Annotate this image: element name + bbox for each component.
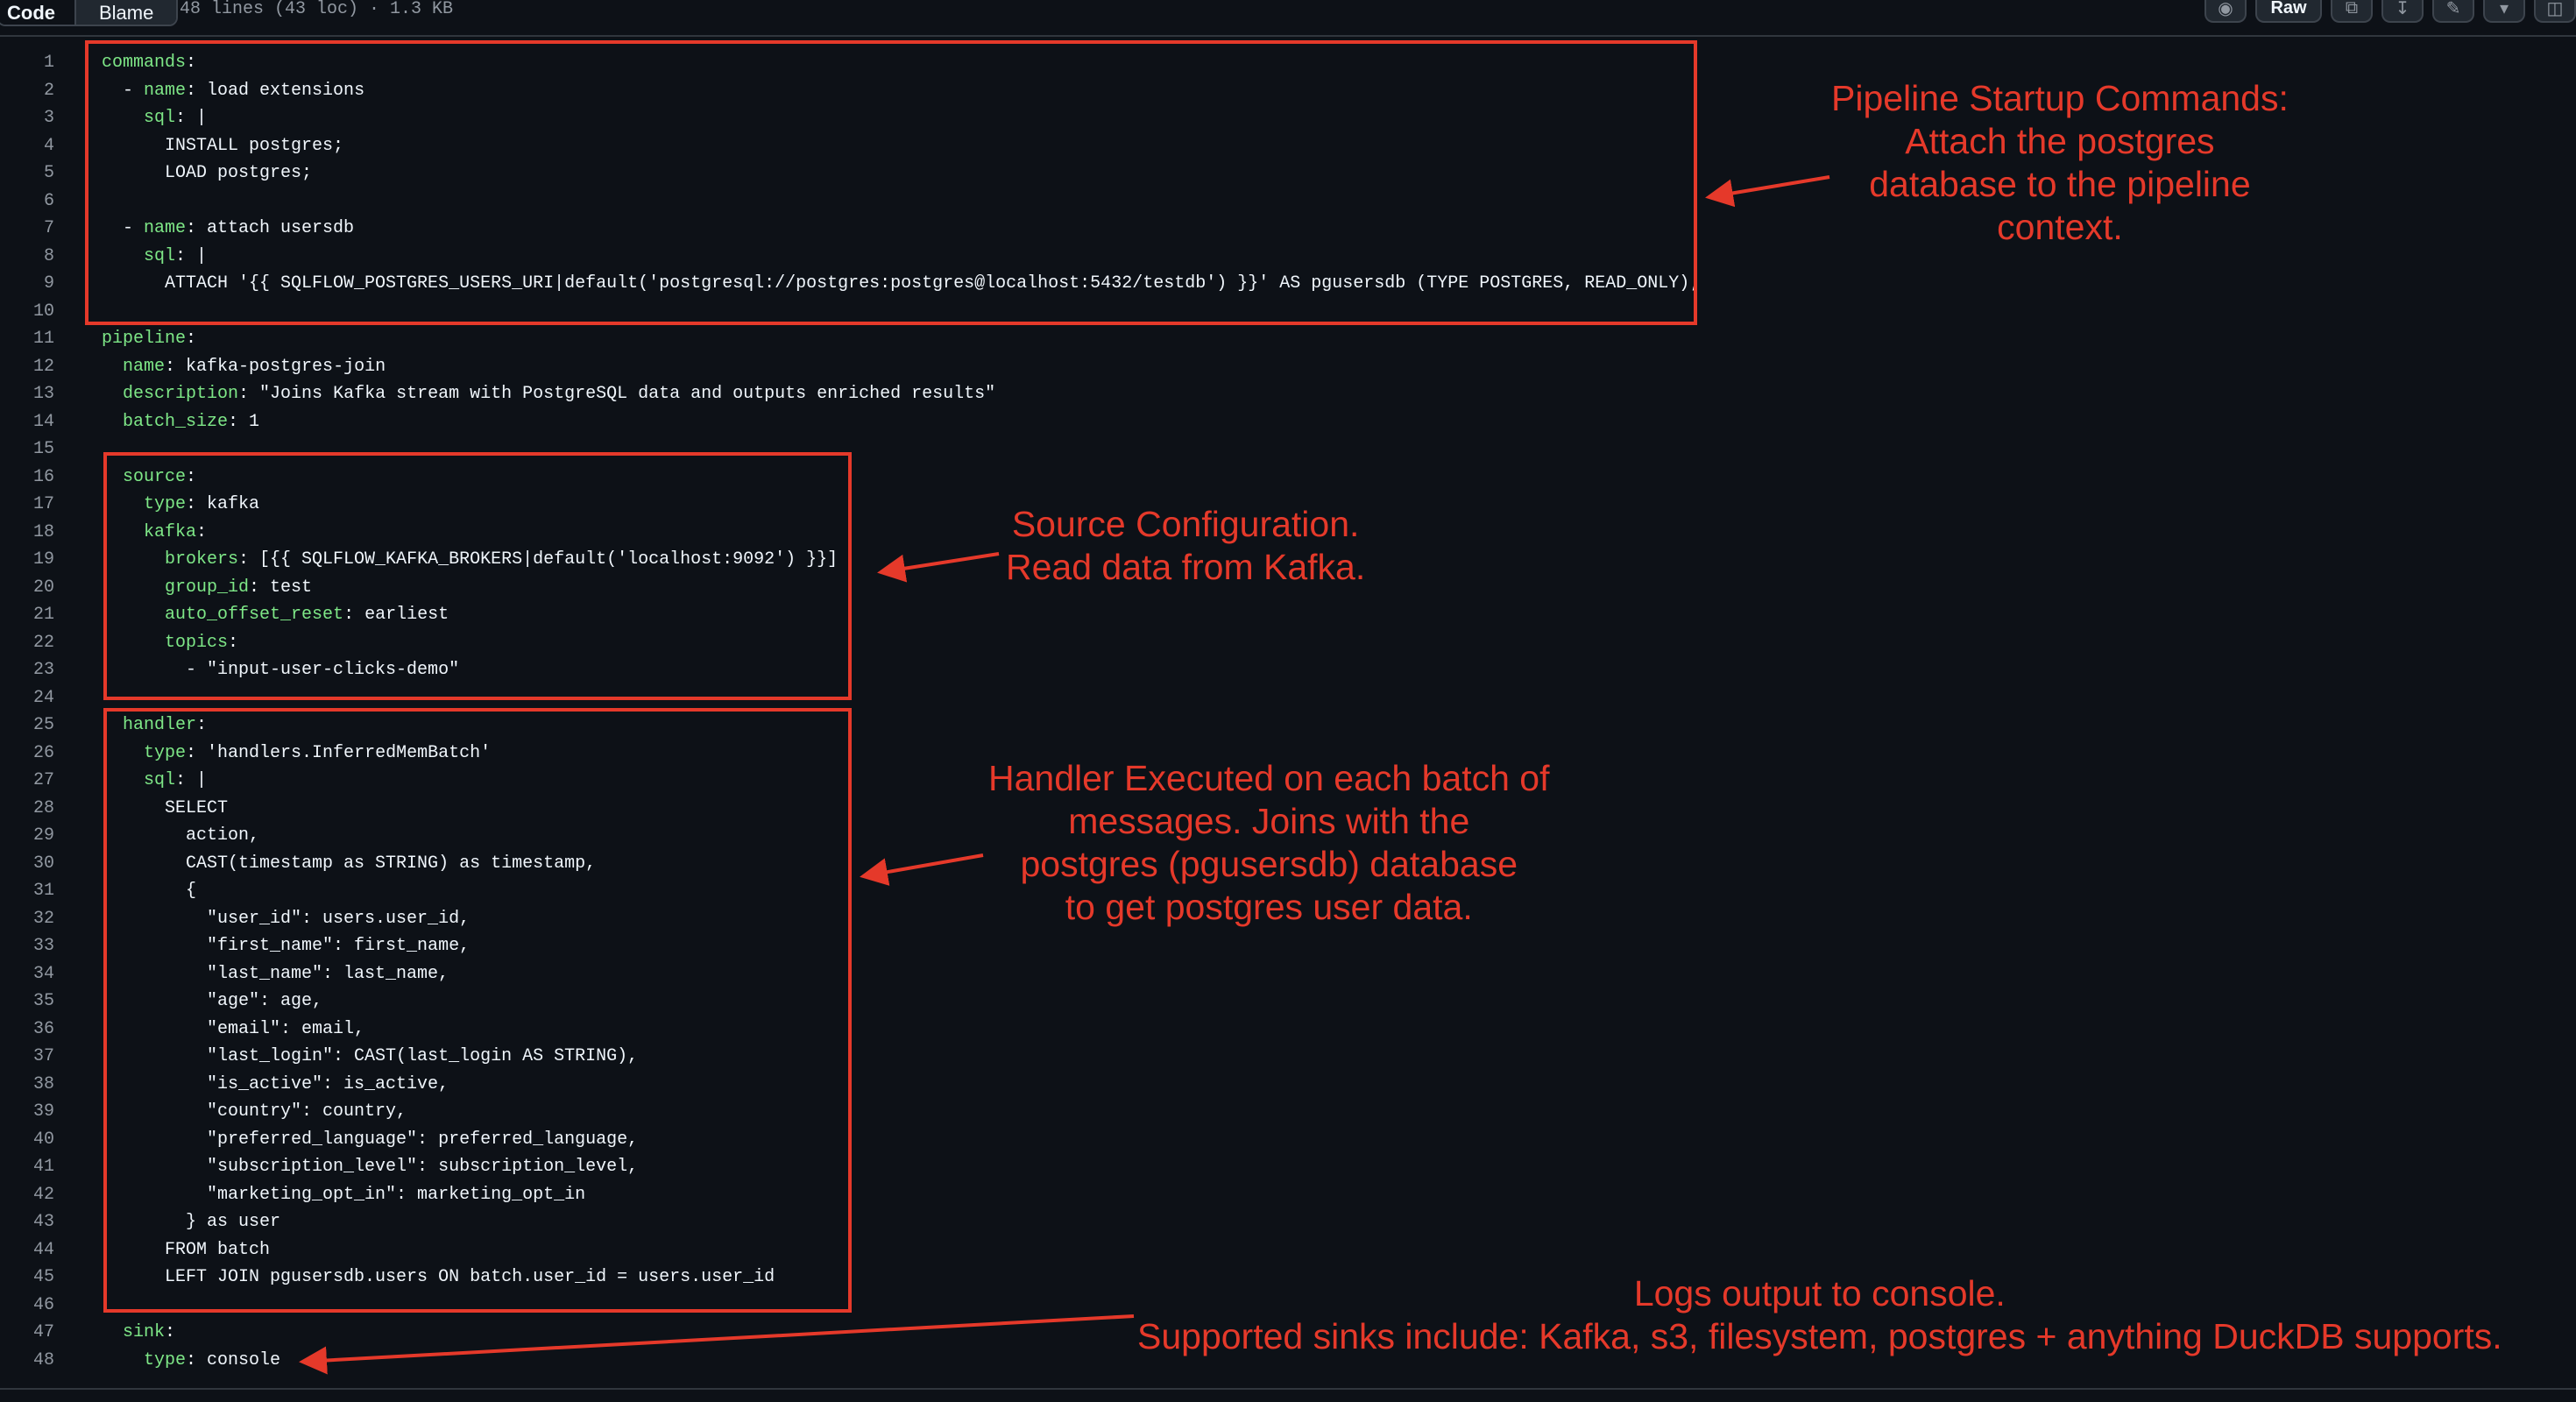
arrow-commands bbox=[1705, 175, 1830, 208]
annotation-arrows bbox=[299, 175, 1830, 1375]
arrow-handler bbox=[860, 853, 984, 886]
arrow-source bbox=[877, 552, 1000, 583]
arrow-sink bbox=[299, 1314, 1135, 1375]
